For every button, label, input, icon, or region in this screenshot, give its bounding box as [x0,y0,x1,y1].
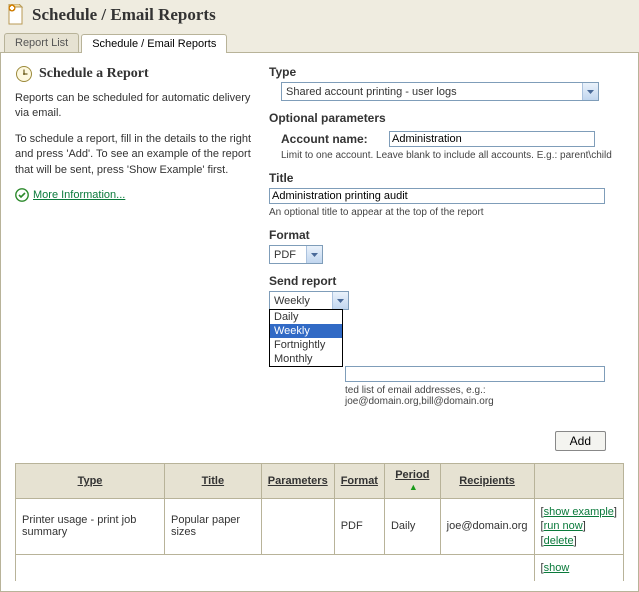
col-title[interactable]: Title [164,464,261,499]
tab-schedule-email[interactable]: Schedule / Email Reports [81,34,227,53]
col-period[interactable]: Period▲ [384,464,440,499]
account-name-label: Account name: [281,132,389,146]
cell-parameters [261,499,334,555]
table-row: [show [16,554,624,581]
option-fortnightly[interactable]: Fortnightly [270,338,342,352]
form-panel: Type Shared account printing - user logs… [269,65,624,417]
type-select[interactable]: Shared account printing - user logs [281,82,599,101]
show-link-partial[interactable]: show [544,562,570,574]
title-label: Title [269,171,624,185]
format-select[interactable]: PDF [269,245,323,264]
col-type[interactable]: Type [16,464,165,499]
format-select-value: PDF [270,246,306,263]
more-info-link[interactable]: More Information... [33,189,125,201]
option-monthly[interactable]: Monthly [270,352,342,366]
recipients-hint: ted list of email addresses, e.g.: joe@d… [345,385,624,407]
cell-period: Daily [384,499,440,555]
account-hint: Limit to one account. Leave blank to inc… [281,150,624,161]
cell-recipients: joe@domain.org [440,499,534,555]
section-title: Schedule a Report [39,66,149,82]
chevron-down-icon [582,83,598,100]
account-name-input[interactable] [389,131,595,147]
option-daily[interactable]: Daily [270,310,342,324]
type-select-value: Shared account printing - user logs [282,83,582,100]
send-report-value: Weekly [270,292,332,309]
cell-title: Popular paper sizes [164,499,261,555]
col-actions [534,464,623,499]
tab-strip: Report List Schedule / Email Reports [0,32,639,53]
reports-icon [6,4,26,26]
left-panel: Schedule a Report Reports can be schedul… [15,65,269,417]
show-example-link[interactable]: show example [544,506,614,518]
intro-text-2: To schedule a report, fill in the detail… [15,132,255,178]
send-report-label: Send report [269,274,624,288]
reports-table: Type Title Parameters Format Period▲ Rec… [15,463,624,581]
type-label: Type [269,65,624,79]
cell-format: PDF [334,499,384,555]
col-parameters[interactable]: Parameters [261,464,334,499]
content-area: Schedule a Report Reports can be schedul… [0,53,639,592]
intro-text-1: Reports can be scheduled for automatic d… [15,91,255,122]
recipients-input[interactable] [345,366,605,382]
optional-params-heading: Optional parameters [269,111,624,125]
chevron-down-icon [306,246,322,263]
cell-actions-partial: [show [534,554,623,581]
col-recipients[interactable]: Recipients [440,464,534,499]
page-title: Schedule / Email Reports [32,5,216,25]
title-hint: An optional title to appear at the top o… [269,207,624,218]
run-now-link[interactable]: run now [544,520,583,532]
format-label: Format [269,228,624,242]
table-row: Printer usage - print job summary Popula… [16,499,624,555]
tab-report-list[interactable]: Report List [4,33,79,52]
send-report-select[interactable]: Weekly [269,291,349,310]
add-button[interactable]: Add [555,431,606,451]
sort-asc-icon: ▲ [409,482,418,492]
clock-icon [15,65,33,83]
cell-type: Printer usage - print job summary [16,499,165,555]
info-icon [15,188,29,202]
cell-actions: [show example] [run now] [delete] [534,499,623,555]
option-weekly[interactable]: Weekly [270,324,342,338]
page-header: Schedule / Email Reports [0,0,639,32]
chevron-down-icon [332,292,348,309]
delete-link[interactable]: delete [544,535,574,547]
send-report-dropdown: Daily Weekly Fortnightly Monthly [269,309,343,367]
title-input[interactable] [269,188,605,204]
col-format[interactable]: Format [334,464,384,499]
